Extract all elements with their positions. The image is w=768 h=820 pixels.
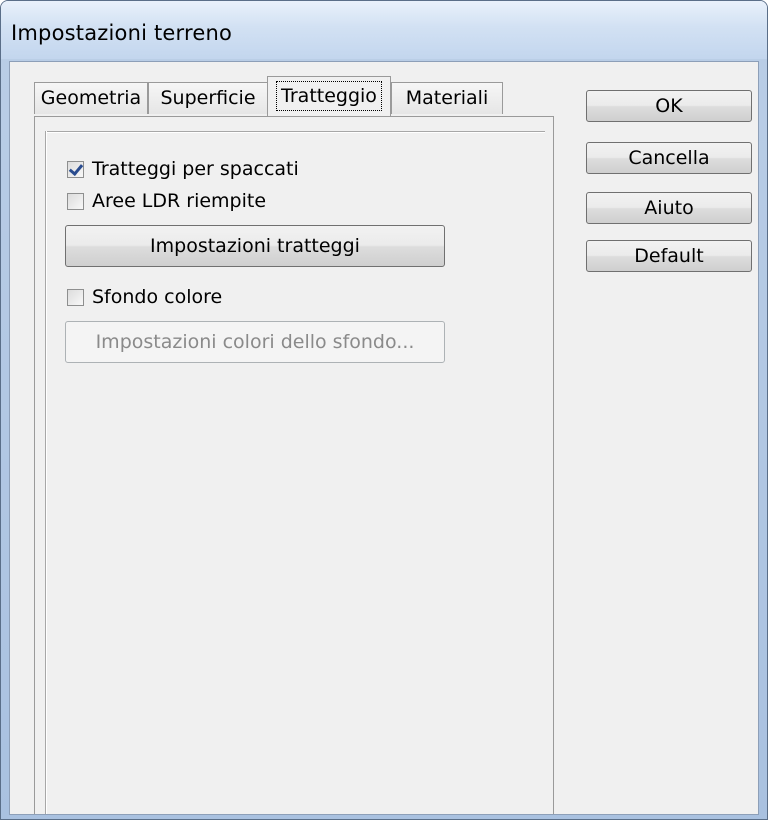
background-color-checkbox[interactable] — [67, 288, 84, 306]
tab-materiali[interactable]: Materiali — [391, 82, 503, 114]
ldr-areas-label: Aree LDR riempite — [92, 190, 267, 212]
ldr-areas-option[interactable]: Aree LDR riempite — [67, 189, 266, 213]
hatch-sections-checkbox[interactable] — [67, 160, 84, 178]
group-box-left-edge — [45, 131, 47, 814]
background-color-option[interactable]: Sfondo colore — [67, 285, 222, 309]
background-color-settings-button[interactable]: Impostazioni colori dello sfondo... — [65, 321, 445, 363]
tab-tratteggio[interactable]: Tratteggio — [267, 76, 391, 116]
tab-superficie[interactable]: Superficie — [148, 82, 268, 114]
help-button[interactable]: Aiuto — [586, 192, 752, 224]
ldr-areas-checkbox[interactable] — [67, 192, 84, 210]
background-color-label: Sfondo colore — [92, 286, 223, 308]
hatch-settings-button[interactable]: Impostazioni tratteggi — [65, 225, 445, 267]
tab-geometria-label: Geometria — [40, 87, 142, 109]
hatch-sections-label: Tratteggi per spaccati — [92, 158, 299, 180]
tab-tratteggio-label: Tratteggio — [276, 81, 382, 111]
tab-superficie-label: Superficie — [160, 87, 256, 109]
tab-page-tratteggio: Tratteggi per spaccati Aree LDR riempite… — [34, 116, 554, 814]
group-box-top-edge — [45, 131, 545, 133]
title-bar[interactable]: Impostazioni terreno — [1, 1, 767, 59]
cancel-button[interactable]: Cancella — [586, 142, 752, 174]
dialog-client-area: Geometria Superficie Tratteggio Material… — [9, 61, 759, 815]
ok-button[interactable]: OK — [586, 90, 752, 122]
tab-geometria[interactable]: Geometria — [34, 82, 148, 114]
dialog-window: Impostazioni terreno Geometria Superfici… — [0, 0, 768, 820]
default-button[interactable]: Default — [586, 240, 752, 272]
window-title: Impostazioni terreno — [11, 21, 233, 45]
tab-materiali-label: Materiali — [405, 87, 489, 109]
hatch-sections-option[interactable]: Tratteggi per spaccati — [67, 157, 299, 181]
